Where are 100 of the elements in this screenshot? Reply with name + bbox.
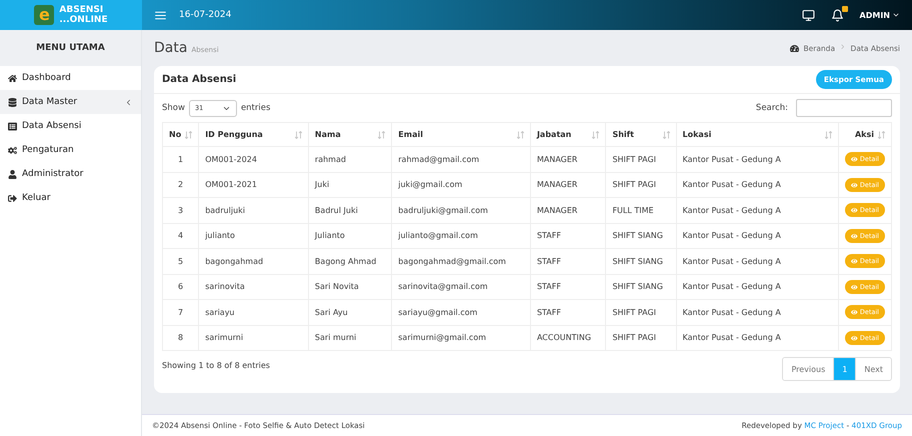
user-icon xyxy=(8,170,17,178)
table-cell: SHIFT PAGI xyxy=(606,172,676,198)
sort-arrows-icon[interactable] xyxy=(378,130,386,138)
table-cell: badruljuki@gmail.com xyxy=(392,198,530,223)
table-cell: sariayu xyxy=(198,300,308,325)
table-cell: bagongahmad@gmail.com xyxy=(392,248,530,274)
eye-icon xyxy=(851,207,858,214)
column-header[interactable]: No xyxy=(162,122,199,146)
column-header[interactable]: Aksi xyxy=(838,122,892,146)
sort-arrows-icon[interactable] xyxy=(185,130,192,138)
table-cell: SHIFT PAGI xyxy=(606,325,676,350)
table-cell: Kantor Pusat - Gedung A xyxy=(676,325,839,350)
table-cell: 1 xyxy=(162,146,199,172)
table-cell: sarinovita xyxy=(198,274,308,300)
table-cell: 7 xyxy=(162,300,199,325)
table-cell: Sari Ayu xyxy=(308,300,392,325)
column-header[interactable]: Email xyxy=(392,122,530,146)
sort-arrows-icon[interactable] xyxy=(662,130,670,138)
table-cell: Badrul Juki xyxy=(308,198,392,223)
sort-arrows-icon[interactable] xyxy=(516,130,524,138)
table-cell: sariayu@gmail.com xyxy=(392,300,530,325)
table-cell: sarimurni xyxy=(198,325,308,350)
monitor-icon[interactable] xyxy=(802,8,815,22)
table-cell: STAFF xyxy=(530,248,606,274)
table-cell: Kantor Pusat - Gedung A xyxy=(676,172,839,198)
pagination-button[interactable]: Next xyxy=(855,358,891,380)
table-cell: 6 xyxy=(162,274,199,300)
logo-text: ABSENSI xyxy=(59,5,104,15)
table-cell: Juki xyxy=(308,172,392,198)
table-cell: FULL TIME xyxy=(606,198,676,223)
chevron-icon xyxy=(839,43,847,51)
table-cell: Kantor Pusat - Gedung A xyxy=(676,274,839,300)
gears-icon xyxy=(8,146,17,154)
show-label: Show xyxy=(162,103,185,113)
table-cell: 5 xyxy=(162,248,199,274)
eye-icon xyxy=(851,284,858,290)
eye-icon xyxy=(851,232,858,239)
search-label: Search: xyxy=(756,103,788,113)
logout-icon xyxy=(8,194,17,202)
caret-icon xyxy=(892,11,900,19)
sort-arrows-icon[interactable] xyxy=(878,130,885,138)
table-cell: SHIFT PAGI xyxy=(606,300,676,325)
table-cell: julianto xyxy=(198,223,308,248)
table-cell: STAFF xyxy=(530,223,606,248)
table-cell: badruljuki xyxy=(198,198,308,223)
eye-icon xyxy=(851,182,858,188)
sort-arrows-icon[interactable] xyxy=(294,130,302,138)
table-cell: Kantor Pusat - Gedung A xyxy=(676,248,839,274)
sidebar-title: MENU UTAMA xyxy=(0,30,141,66)
table-cell: SHIFT SIANG xyxy=(606,274,676,300)
table-cell: Julianto xyxy=(308,223,392,248)
table-cell: Bagong Ahmad xyxy=(308,248,392,274)
table-cell: bagongahmad xyxy=(198,248,308,274)
table-cell: 4 xyxy=(162,223,199,248)
entries-label: entries xyxy=(240,103,270,113)
eye-icon xyxy=(851,334,858,341)
column-header[interactable]: Nama xyxy=(308,122,392,146)
table-cell: 8 xyxy=(162,325,199,350)
table-cell: Kantor Pusat - Gedung A xyxy=(676,146,839,172)
eye-icon xyxy=(851,156,858,162)
search-field[interactable] xyxy=(796,99,892,117)
column-header[interactable]: Shift xyxy=(606,122,676,146)
chevron-icon xyxy=(124,98,133,106)
table-cell: Kantor Pusat - Gedung A xyxy=(676,300,839,325)
table-cell: STAFF xyxy=(530,274,606,300)
table-cell: rahmad xyxy=(308,146,392,172)
table-cell: Sari Novita xyxy=(308,274,392,300)
table-cell: rahmad@gmail.com xyxy=(392,146,530,172)
home-icon xyxy=(8,74,17,82)
table-cell: MANAGER xyxy=(530,146,606,172)
sort-arrows-icon[interactable] xyxy=(825,130,832,138)
table-cell: julianto@gmail.com xyxy=(392,223,530,248)
logo-mark: e xyxy=(34,5,54,25)
table-info: Showing 1 to 8 of 8 entries xyxy=(162,361,270,370)
table-cell: juki@gmail.com xyxy=(392,172,530,198)
table-cell: Sari murni xyxy=(308,325,392,350)
logo-text: ...ONLINE xyxy=(59,15,108,25)
table-cell: Kantor Pusat - Gedung A xyxy=(676,223,839,248)
eye-icon xyxy=(851,309,858,316)
table-cell: 2 xyxy=(162,172,199,198)
user-menu[interactable]: ADMIN xyxy=(860,10,900,20)
table-cell: sarimurni@gmail.com xyxy=(392,325,530,350)
column-header[interactable]: ID Pengguna xyxy=(198,122,308,146)
sidebar-item[interactable]: Data Master xyxy=(0,90,141,114)
database-icon xyxy=(8,98,17,106)
table-cell: SHIFT PAGI xyxy=(606,146,676,172)
sort-arrows-icon[interactable] xyxy=(592,130,600,138)
current-date: 16-07-2024 xyxy=(179,10,232,20)
table-cell: sarinovita@gmail.com xyxy=(392,274,530,300)
menu-icon[interactable] xyxy=(154,8,167,22)
column-header[interactable]: Lokasi xyxy=(676,122,839,146)
table-cell: MANAGER xyxy=(530,172,606,198)
eye-icon xyxy=(851,258,858,264)
dashboard-icon xyxy=(790,44,800,52)
table-cell: STAFF xyxy=(530,300,606,325)
column-header[interactable]: Jabatan xyxy=(530,122,606,146)
table-cell: Kantor Pusat - Gedung A xyxy=(676,198,839,223)
table-cell: SHIFT SIANG xyxy=(606,223,676,248)
page-title: Data xyxy=(154,40,188,56)
list-icon xyxy=(8,122,17,130)
